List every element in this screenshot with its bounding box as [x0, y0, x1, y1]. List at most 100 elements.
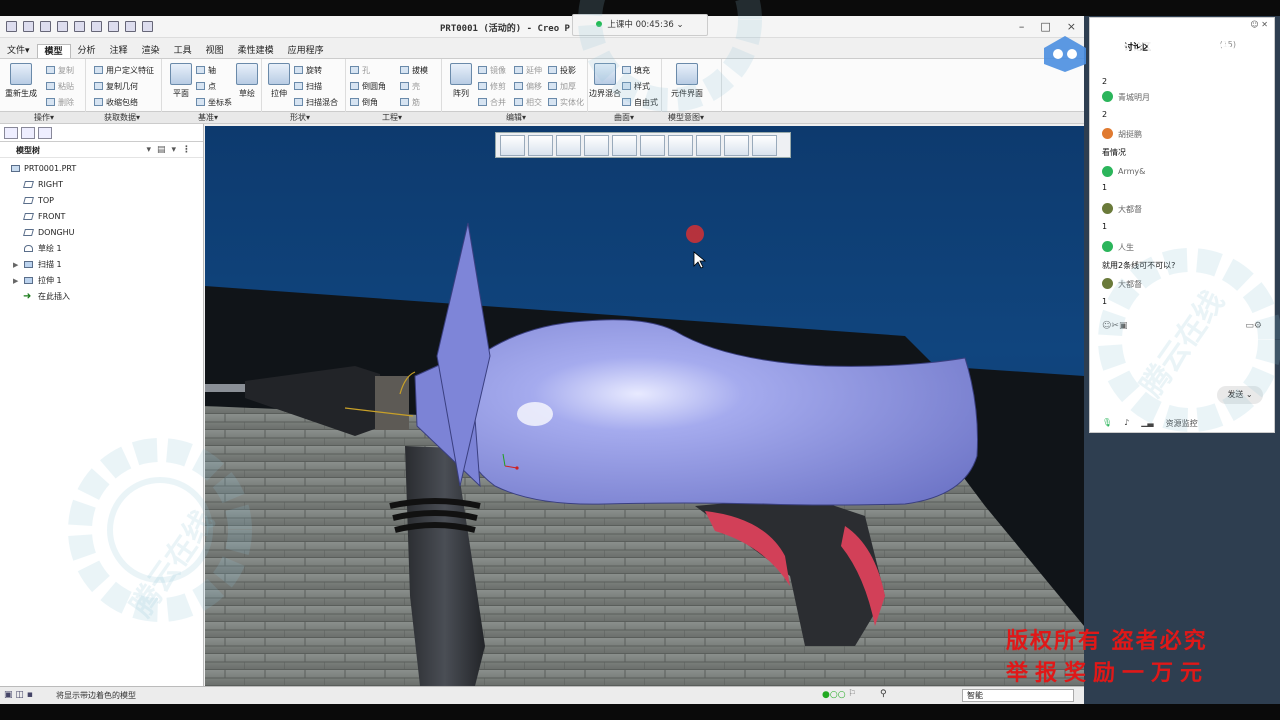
- tree-node-extrude[interactable]: ▶ 拉伸 1: [0, 273, 203, 289]
- revolve-button[interactable]: 旋转: [294, 65, 322, 76]
- group-label-datum[interactable]: 基准▾: [198, 112, 218, 124]
- expand-icon[interactable]: ▶: [13, 273, 18, 289]
- new-file-icon[interactable]: [23, 21, 34, 32]
- tencent-classroom-logo: 腾讯课堂: [1098, 36, 1235, 74]
- group-label-engineering[interactable]: 工程▾: [382, 112, 402, 124]
- copyright-line-2: 举报奖励一万元: [1006, 661, 1210, 686]
- swept-blend-button[interactable]: 扫描混合: [294, 97, 338, 108]
- sketch-button[interactable]: 草绘: [230, 63, 264, 99]
- perspective-view-icon[interactable]: [696, 135, 721, 156]
- tree-node-donghu[interactable]: DONGHU: [0, 225, 203, 241]
- find-icon[interactable]: ⚲: [880, 689, 887, 699]
- folder-browser-tab-icon[interactable]: [21, 127, 35, 139]
- datum-display-filters-icon[interactable]: [724, 135, 749, 156]
- selection-filter-select[interactable]: 智能: [962, 689, 1074, 702]
- mirror-button[interactable]: 镜像: [478, 65, 506, 76]
- expand-icon[interactable]: ▶: [13, 257, 18, 273]
- axis-button[interactable]: 轴: [196, 65, 216, 76]
- favorites-tab-icon[interactable]: [38, 127, 52, 139]
- display-style-icon[interactable]: [612, 135, 637, 156]
- saved-orientations-icon[interactable]: [640, 135, 665, 156]
- redo-icon[interactable]: [91, 21, 102, 32]
- group-label-shapes[interactable]: 形状▾: [290, 112, 310, 124]
- tab-render[interactable]: 渲染: [135, 44, 167, 58]
- copy-geometry-button[interactable]: 复制几何: [94, 81, 138, 92]
- tree-node-sketch[interactable]: 草绘 1: [0, 241, 203, 257]
- tab-view[interactable]: 视图: [199, 44, 231, 58]
- refit-icon[interactable]: [500, 135, 525, 156]
- rib-button[interactable]: 筋: [400, 97, 420, 108]
- status-icons[interactable]: ▣ ◫ ▪: [4, 690, 33, 700]
- tree-node-insert-here[interactable]: ➜ 在此插入: [0, 289, 203, 305]
- chat-header-icons[interactable]: ☺ ✕: [1250, 20, 1268, 29]
- offset-button[interactable]: 偏移: [514, 81, 542, 92]
- regenerate-button[interactable]: 重新生成: [4, 63, 38, 99]
- chamfer-button[interactable]: 倒角: [350, 97, 378, 108]
- tab-tools[interactable]: 工具: [167, 44, 199, 58]
- tab-model[interactable]: 模型: [36, 44, 71, 58]
- tab-annotate[interactable]: 注释: [103, 44, 135, 58]
- hole-button[interactable]: 孔: [350, 65, 370, 76]
- window-controls: – □ ×: [1019, 20, 1076, 33]
- open-file-icon[interactable]: [40, 21, 51, 32]
- group-label-operations[interactable]: 操作▾: [34, 112, 54, 124]
- plane-button[interactable]: 平面: [164, 63, 198, 99]
- tab-flexible-modeling[interactable]: 柔性建模: [231, 44, 281, 58]
- minimize-icon[interactable]: –: [1019, 20, 1025, 33]
- sketch-feature-icon: [24, 245, 33, 252]
- save-icon[interactable]: [57, 21, 68, 32]
- merge-button[interactable]: 合并: [478, 97, 506, 108]
- tab-file[interactable]: 文件▾: [0, 44, 37, 58]
- intersect-button[interactable]: 相交: [514, 97, 542, 108]
- tree-node-right[interactable]: RIGHT: [0, 177, 203, 193]
- tree-node-part[interactable]: PRT0001.PRT: [0, 161, 203, 177]
- round-button[interactable]: 倒圆角: [350, 81, 386, 92]
- model-tree-tab-icon[interactable]: [4, 127, 18, 139]
- user-feature-button[interactable]: 用户定义特征: [94, 65, 154, 76]
- point-button[interactable]: 点: [196, 81, 216, 92]
- windows-icon[interactable]: [125, 21, 136, 32]
- flag-icon[interactable]: ⚐: [848, 689, 856, 699]
- extrude-button[interactable]: 拉伸: [262, 63, 296, 99]
- annotation-display-icon[interactable]: [752, 135, 777, 156]
- graphics-viewport[interactable]: [205, 126, 1084, 686]
- tree-node-sweep[interactable]: ▶ 扫描 1: [0, 257, 203, 273]
- sweep-feature-icon: [24, 261, 33, 268]
- specular-highlight: [517, 402, 553, 426]
- tab-applications[interactable]: 应用程序: [281, 44, 331, 58]
- status-message: 将显示带边着色的模型: [56, 691, 136, 700]
- navigator-tabs: [0, 124, 203, 142]
- maximize-icon[interactable]: □: [1040, 20, 1050, 33]
- repaint-icon[interactable]: [584, 135, 609, 156]
- extend-button[interactable]: 延伸: [514, 65, 542, 76]
- draft-button[interactable]: 拔模: [400, 65, 428, 76]
- chat-message: 胡挺鹏 看情况: [1102, 128, 1142, 157]
- regenerate-qat-icon[interactable]: [108, 21, 119, 32]
- undo-icon[interactable]: [74, 21, 85, 32]
- close-window-icon[interactable]: [142, 21, 153, 32]
- tree-settings-icon[interactable]: ▾▤▾⋮: [146, 145, 197, 155]
- shrinkwrap-button[interactable]: 收缩包络: [94, 97, 138, 108]
- close-icon[interactable]: ×: [1067, 20, 1076, 33]
- delete-button[interactable]: 删除: [46, 97, 74, 108]
- pattern-button[interactable]: 阵列: [444, 63, 478, 99]
- view-manager-icon[interactable]: [668, 135, 693, 156]
- copy-button[interactable]: 复制: [46, 65, 74, 76]
- shell-button[interactable]: 壳: [400, 81, 420, 92]
- tab-analysis[interactable]: 分析: [71, 44, 103, 58]
- sketch-icon: [236, 63, 258, 85]
- csys-button[interactable]: 坐标系: [196, 97, 232, 108]
- trim-button[interactable]: 修剪: [478, 81, 506, 92]
- pointer-highlight: [686, 225, 704, 243]
- group-label-editing[interactable]: 编辑▾: [506, 112, 526, 124]
- regenerate-icon: [10, 63, 32, 85]
- zoom-in-icon[interactable]: [528, 135, 553, 156]
- ribbon-tabs: 文件▾ 模型 分析 注释 渲染 工具 视图 柔性建模 应用程序: [0, 44, 331, 58]
- zoom-out-icon[interactable]: [556, 135, 581, 156]
- tree-node-top[interactable]: TOP: [0, 193, 203, 209]
- copyright-line-1: 版权所有 盗者必究: [1006, 629, 1208, 654]
- paste-button[interactable]: 粘贴: [46, 81, 74, 92]
- sweep-button[interactable]: 扫描: [294, 81, 322, 92]
- group-label-get-data[interactable]: 获取数据▾: [104, 112, 140, 124]
- tree-node-front[interactable]: FRONT: [0, 209, 203, 225]
